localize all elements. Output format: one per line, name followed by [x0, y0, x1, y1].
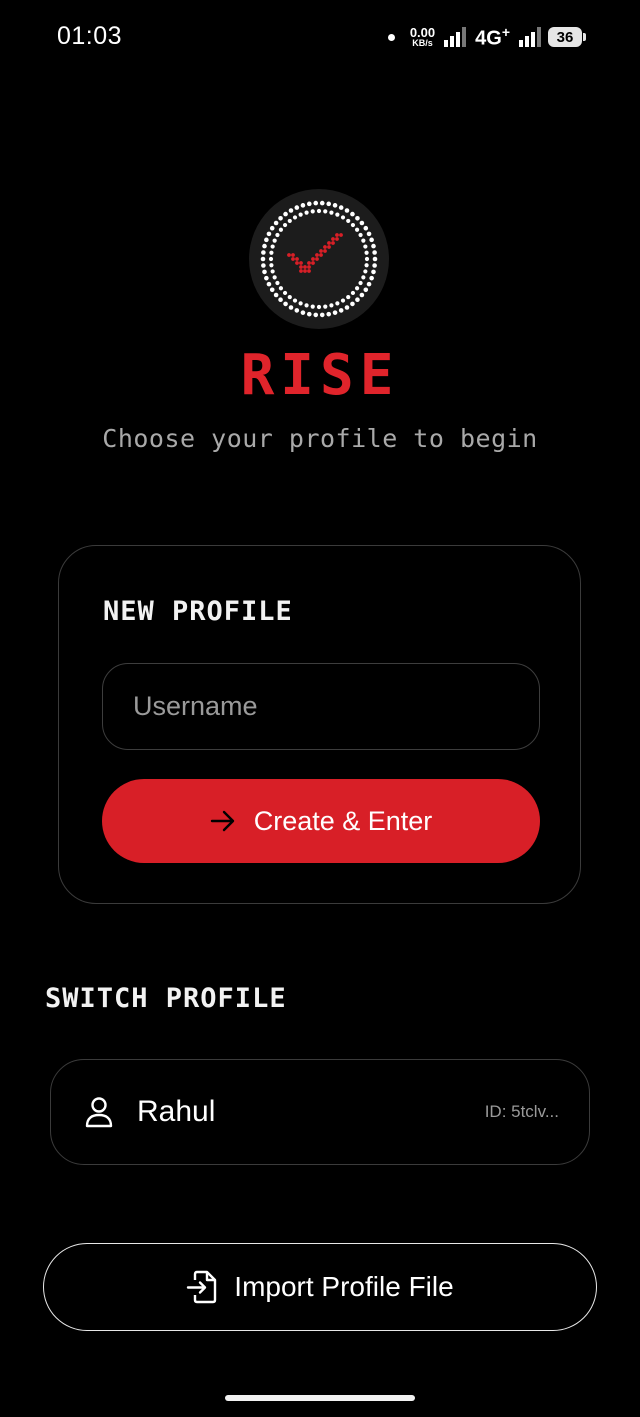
file-import-icon	[187, 1270, 217, 1304]
profile-item-rahul[interactable]: Rahul ID: 5tclv...	[50, 1059, 590, 1165]
create-enter-label: Create & Enter	[253, 805, 433, 836]
new-profile-card: NEW PROFILE Create & Enter	[58, 545, 581, 904]
net-speed-unit: KB/s	[412, 38, 433, 48]
battery-icon: 36	[548, 27, 586, 47]
brand: RISE	[0, 343, 640, 408]
import-profile-label: Import Profile File	[234, 1271, 454, 1302]
import-profile-button[interactable]: Import Profile File	[43, 1243, 597, 1331]
create-enter-button[interactable]: Create & Enter	[102, 779, 540, 863]
new-profile-title: NEW PROFILE	[103, 596, 293, 627]
switch-profile-title: SWITCH PROFILE	[45, 983, 287, 1014]
net-speed: 0.00 KB/s	[410, 26, 435, 48]
network-type: 4G+	[475, 23, 510, 50]
profile-id: ID: 5tclv...	[484, 1102, 559, 1121]
user-icon	[85, 1097, 113, 1128]
profile-name: Rahul	[137, 1095, 216, 1128]
tagline: Choose your profile to begin	[102, 424, 538, 453]
status-time: 01:03	[57, 22, 123, 50]
home-indicator	[225, 1395, 415, 1401]
signal-strength-icon	[444, 27, 467, 47]
notification-dot-icon	[387, 33, 395, 41]
signal-strength-icon-2	[519, 27, 541, 47]
username-input[interactable]	[102, 663, 540, 750]
arrow-right-icon	[210, 810, 234, 832]
app-logo-icon	[249, 189, 389, 329]
app-name: RISE	[240, 343, 400, 408]
battery-level: 36	[556, 28, 574, 46]
status-bar: 01:03 0.00 KB/s 4G+ 36	[0, 0, 640, 72]
status-icons: 0.00 KB/s 4G+ 36	[387, 22, 586, 52]
